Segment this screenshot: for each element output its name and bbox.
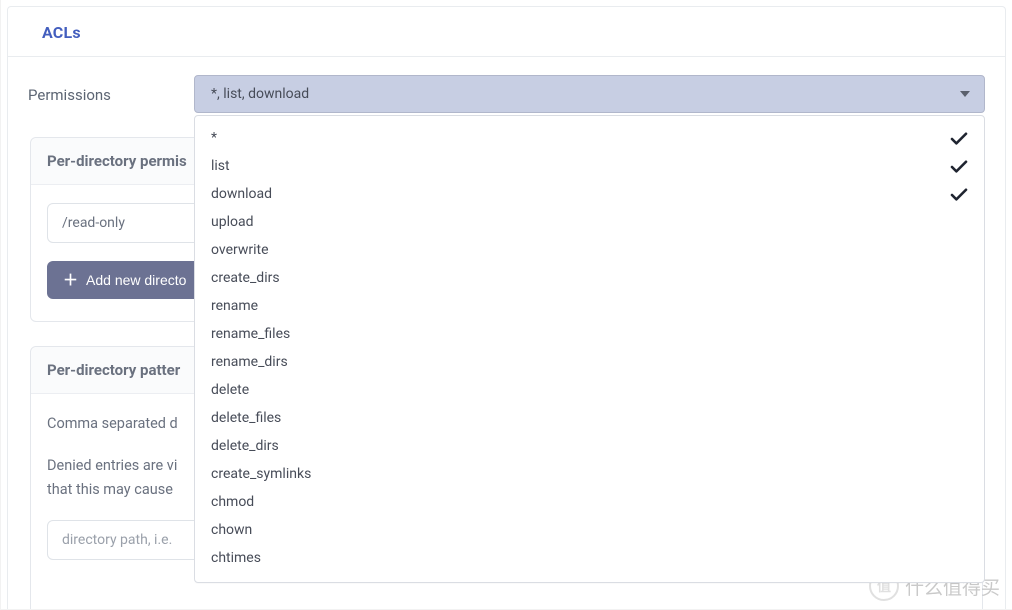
permission-option[interactable]: create_symlinks (203, 460, 976, 488)
caret-down-icon (960, 91, 970, 97)
permission-option-label: delete (211, 381, 249, 400)
permission-option-label: create_dirs (211, 269, 280, 288)
card-header: ACLs (8, 7, 1005, 57)
permission-option[interactable]: download (203, 180, 976, 208)
permission-option[interactable]: rename_files (203, 320, 976, 348)
check-icon (950, 132, 968, 146)
card-body: Permissions *, list, download *listdownl… (8, 57, 1005, 610)
permission-option-label: * (211, 129, 217, 148)
acls-card: ACLs Permissions *, list, download *list… (7, 6, 1006, 610)
permissions-select[interactable]: *, list, download (194, 75, 985, 113)
add-new-directory-button[interactable]: ＋ Add new directo (47, 261, 202, 299)
permission-option[interactable]: delete_dirs (203, 432, 976, 460)
permission-option[interactable]: rename (203, 292, 976, 320)
card-title: ACLs (42, 23, 81, 42)
permission-option[interactable]: upload (203, 208, 976, 236)
permission-option-label: delete_files (211, 409, 281, 428)
permission-option[interactable]: delete (203, 376, 976, 404)
permission-option[interactable]: overwrite (203, 236, 976, 264)
permission-option[interactable]: create_dirs (203, 264, 976, 292)
add-new-directory-label: Add new directo (86, 272, 186, 288)
permission-option[interactable]: * (203, 124, 976, 152)
permission-option-label: upload (211, 213, 253, 232)
permission-option-label: delete_dirs (211, 437, 279, 456)
permission-option-label: overwrite (211, 241, 269, 260)
permissions-label: Permissions (28, 84, 194, 104)
permission-option-label: create_symlinks (211, 465, 311, 484)
permission-option-label: rename (211, 297, 258, 316)
permission-option[interactable]: chown (203, 516, 976, 544)
check-icon (950, 188, 968, 202)
directory-path-value: /read-only (62, 215, 125, 231)
permission-option[interactable]: list (203, 152, 976, 180)
check-icon (950, 160, 968, 174)
permission-option-label: list (211, 157, 230, 176)
permission-option-label: chtimes (211, 549, 261, 568)
permission-option[interactable]: chmod (203, 488, 976, 516)
permission-option-label: download (211, 185, 272, 204)
permission-option[interactable]: chtimes (203, 544, 976, 572)
permissions-row: Permissions *, list, download *listdownl… (28, 75, 985, 113)
permission-option-label: rename_dirs (211, 353, 288, 372)
permissions-select-wrap: *, list, download *listdownloaduploadove… (194, 75, 985, 113)
permissions-dropdown[interactable]: * list download upload overwrite create_dirsr… (194, 115, 985, 583)
permissions-selected-value: *, list, download (211, 86, 309, 102)
permission-option-label: rename_files (211, 325, 290, 344)
permission-option-label: chown (211, 521, 252, 540)
plus-icon: ＋ (63, 273, 78, 288)
permission-option-label: chmod (211, 493, 254, 512)
permission-option[interactable]: rename_dirs (203, 348, 976, 376)
permission-option[interactable]: delete_files (203, 404, 976, 432)
patterns-path-placeholder: directory path, i.e. (62, 532, 172, 548)
